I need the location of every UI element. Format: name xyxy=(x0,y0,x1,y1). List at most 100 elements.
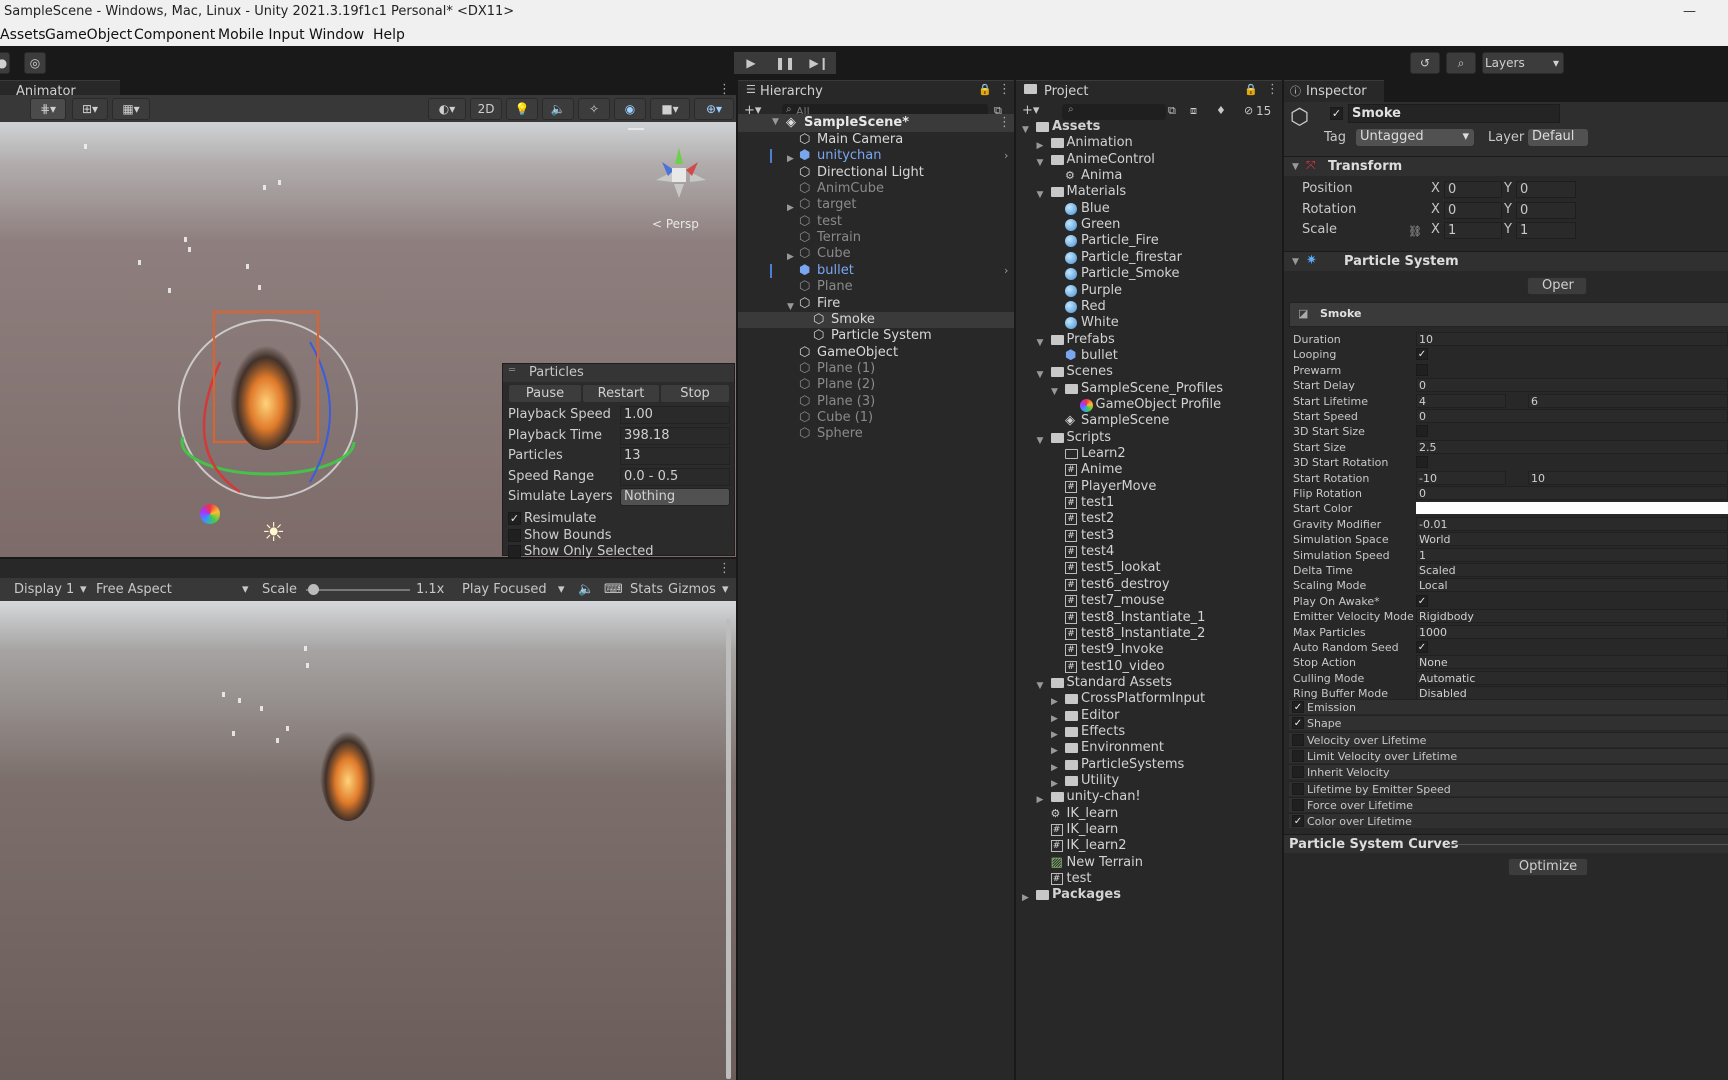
project-item[interactable]: ▼ Scripts xyxy=(1016,430,1282,446)
project-item[interactable]: ▼ Assets xyxy=(1016,119,1282,135)
menu-gameobject[interactable]: GameObject xyxy=(45,24,132,46)
ps-module-checkbox[interactable]: ✓ xyxy=(1292,717,1304,730)
active-checkbox[interactable]: ✓ xyxy=(1330,107,1343,120)
project-item[interactable]: ▶ Editor xyxy=(1016,708,1282,724)
camera-icon[interactable]: ■▾ xyxy=(650,98,690,120)
ps-row-field[interactable]: Local xyxy=(1416,578,1728,593)
pause-button[interactable]: ❚❚ xyxy=(768,52,802,74)
layers-dropdown[interactable]: Layers ▾ xyxy=(1482,52,1564,74)
project-search-input[interactable] xyxy=(1062,104,1166,120)
gizmos-icon[interactable]: ⊕▾ xyxy=(694,98,734,120)
menu-window[interactable]: Window xyxy=(309,24,364,46)
ps-module-row[interactable]: ✓ Shape xyxy=(1289,715,1728,731)
project-item[interactable]: ⬢ bullet xyxy=(1016,348,1282,364)
project-item[interactable]: ▼ Prefabs xyxy=(1016,332,1282,348)
expand-arrow-icon[interactable]: ▶ xyxy=(1022,890,1029,906)
project-item[interactable]: ⚙ IK_learn xyxy=(1016,806,1282,822)
project-item[interactable]: ▶ Environment xyxy=(1016,740,1282,756)
game-view[interactable] xyxy=(0,601,736,1080)
simulate-layers-dropdown[interactable]: Nothing xyxy=(620,488,730,506)
grid-snap-icon[interactable]: ⋕▾ xyxy=(30,98,66,120)
project-item[interactable]: # PlayerMove xyxy=(1016,479,1282,495)
collapse-arrow-icon[interactable]: ▼ xyxy=(1292,162,1299,172)
project-item[interactable]: # test xyxy=(1016,871,1282,887)
project-item[interactable]: ⚙ Anima xyxy=(1016,168,1282,184)
ps-row-field[interactable]: 1 xyxy=(1416,547,1728,562)
game-scrollbar[interactable] xyxy=(726,619,731,1079)
project-item[interactable]: # test5_lookat xyxy=(1016,560,1282,576)
transform-y-field[interactable]: 0 xyxy=(1516,181,1576,198)
gizmos-dropdown[interactable]: Gizmos xyxy=(668,578,716,601)
start-color-swatch[interactable] xyxy=(1416,502,1728,515)
transform-y-field[interactable]: 1 xyxy=(1516,222,1576,239)
project-item[interactable]: ▼ Scenes xyxy=(1016,364,1282,380)
hidden-packages-icon[interactable]: ⊘ xyxy=(1244,104,1253,117)
hierarchy-item[interactable]: › ▶ ⬢ unitychan xyxy=(738,148,1014,164)
ps-main-module-header[interactable]: ◪ Smoke xyxy=(1289,302,1728,327)
hierarchy-item[interactable]: ⬡ Main Camera xyxy=(738,132,1014,148)
project-item[interactable]: Green xyxy=(1016,217,1282,233)
keyboard-icon[interactable]: ⌨ xyxy=(604,578,623,601)
menu-mobile-input[interactable]: Mobile Input xyxy=(218,24,305,46)
hidden-objects-icon[interactable]: ◉ xyxy=(614,98,646,120)
step-button[interactable]: ▶❙ xyxy=(802,52,836,74)
drag-handle-icon[interactable]: ═ xyxy=(509,365,515,376)
project-item[interactable]: Red xyxy=(1016,299,1282,315)
expand-arrow-icon[interactable]: ▼ xyxy=(772,117,779,127)
ps-row-field[interactable]: 1000 xyxy=(1416,624,1728,639)
transform-y-field[interactable]: 0 xyxy=(1516,201,1576,219)
snap-increment-icon[interactable]: ⊞▾ xyxy=(72,98,108,120)
orientation-gizmo[interactable] xyxy=(648,140,714,210)
collapse-arrow-icon[interactable]: ▼ xyxy=(1292,257,1299,267)
ps-row-field[interactable]: Rigidbody xyxy=(1416,609,1728,624)
ps-module-row[interactable]: ✓ Color over Lifetime xyxy=(1289,813,1728,829)
project-item[interactable]: ▶ CrossPlatformInput xyxy=(1016,691,1282,707)
project-item[interactable]: # test10_video xyxy=(1016,659,1282,675)
hierarchy-item[interactable]: ⬡ Terrain xyxy=(738,230,1014,246)
ps-module-row[interactable]: Lifetime by Emitter Speed xyxy=(1289,780,1728,796)
project-item[interactable]: ◈ SampleScene xyxy=(1016,413,1282,429)
menu-help[interactable]: Help xyxy=(373,24,405,46)
project-item[interactable]: ▶ Utility xyxy=(1016,773,1282,789)
project-item[interactable]: # test7_mouse xyxy=(1016,593,1282,609)
hierarchy-more-icon[interactable]: ⋮ xyxy=(998,82,1011,97)
ps-row-checkbox[interactable] xyxy=(1416,363,1428,376)
stats-button[interactable]: Stats xyxy=(630,578,663,601)
hierarchy-item[interactable]: ⬡ AnimCube xyxy=(738,181,1014,197)
ps-module-checkbox[interactable] xyxy=(1292,782,1304,795)
ps-row-checkbox[interactable]: ✓ xyxy=(1416,594,1428,607)
project-item[interactable]: # test9_Invoke xyxy=(1016,642,1282,658)
chevron-right-icon[interactable]: › xyxy=(1004,263,1008,279)
project-item[interactable]: # test8_Instantiate_1 xyxy=(1016,610,1282,626)
restart-particles-button[interactable]: Restart xyxy=(582,384,660,403)
ps-module-row[interactable]: ✓ Emission xyxy=(1289,699,1728,714)
transform-header[interactable]: ▼ ⤧ Transform xyxy=(1284,156,1728,176)
ps-row-max-field[interactable]: 6 xyxy=(1528,393,1728,408)
project-item[interactable]: # test4 xyxy=(1016,544,1282,560)
tab-hierarchy[interactable]: Hierarchy xyxy=(738,80,1014,102)
lock-icon[interactable]: 🔒 xyxy=(978,83,992,96)
project-item[interactable]: ▶ Animation xyxy=(1016,135,1282,151)
project-item[interactable]: ▼ AnimeControl xyxy=(1016,152,1282,168)
project-item[interactable]: ▶ ParticleSystems xyxy=(1016,757,1282,773)
tag-dropdown[interactable]: Untagged ▾ xyxy=(1356,129,1474,146)
ps-module-row[interactable]: Velocity over Lifetime xyxy=(1289,731,1728,747)
project-item[interactable]: ▼ SampleScene_Profiles xyxy=(1016,381,1282,397)
ps-row-field[interactable]: Automatic xyxy=(1416,670,1728,685)
ps-row-field[interactable]: None xyxy=(1416,655,1728,670)
project-more-icon[interactable]: ⋮ xyxy=(1266,82,1279,97)
tab-project[interactable]: Project xyxy=(1016,80,1282,102)
menu-assets[interactable]: Assets xyxy=(0,24,46,46)
hierarchy-item[interactable]: ⬡ Smoke xyxy=(738,311,1014,328)
ps-module-checkbox[interactable]: ✓ xyxy=(1292,815,1304,828)
ps-module-checkbox[interactable] xyxy=(1292,750,1304,763)
menu-lines-icon[interactable] xyxy=(628,128,644,130)
scale-slider-track[interactable] xyxy=(306,589,410,591)
ps-row-field[interactable]: World xyxy=(1416,532,1728,547)
optimize-button[interactable]: Optimize xyxy=(1508,858,1588,876)
project-item[interactable]: ▶ Packages xyxy=(1016,887,1282,903)
hierarchy-item[interactable]: ⬡ Directional Light xyxy=(738,165,1014,181)
cloud-icon[interactable]: ◎ xyxy=(24,52,46,74)
ps-row-field[interactable]: 2.5 xyxy=(1416,439,1728,454)
aspect-dropdown[interactable]: Free Aspect xyxy=(96,578,172,601)
